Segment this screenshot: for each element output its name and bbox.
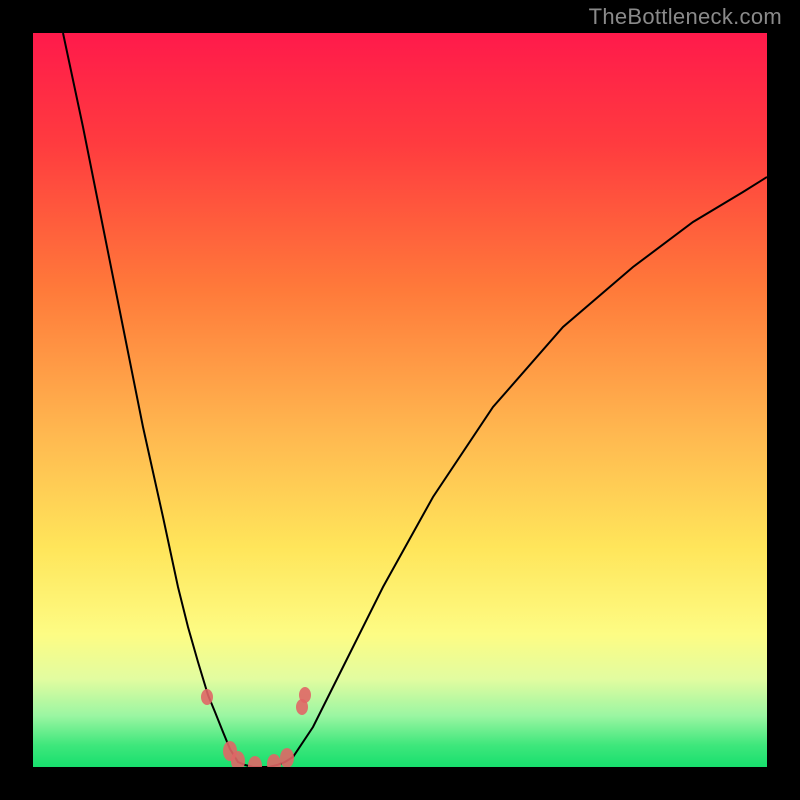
- data-marker: [267, 754, 281, 767]
- data-marker: [299, 687, 311, 703]
- plot-area: [33, 33, 767, 767]
- chart-frame: TheBottleneck.com: [0, 0, 800, 800]
- data-marker: [231, 751, 245, 767]
- data-marker: [201, 689, 213, 705]
- data-marker: [280, 748, 294, 767]
- bottleneck-curve: [33, 33, 767, 767]
- watermark-text: TheBottleneck.com: [589, 4, 782, 30]
